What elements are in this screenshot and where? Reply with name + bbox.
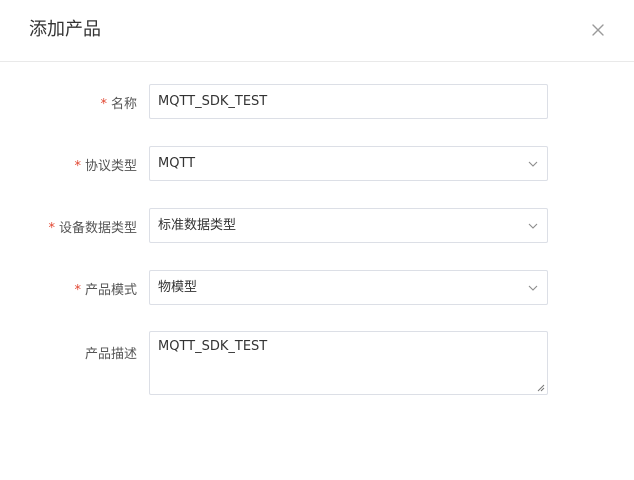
close-button[interactable] bbox=[589, 21, 607, 39]
label-text: 产品模式 bbox=[84, 283, 137, 298]
label-text: 名称 bbox=[110, 97, 137, 112]
product-description-textarea[interactable]: MQTT_SDK_TEST bbox=[149, 331, 548, 395]
label-text: 协议类型 bbox=[84, 159, 137, 174]
form-label-protocol-type: * 协议类型 bbox=[74, 155, 137, 174]
product-mode-select[interactable]: 物模型 bbox=[149, 270, 548, 305]
required-mark: * bbox=[74, 283, 81, 298]
dialog-header: 添加产品 bbox=[0, 0, 634, 62]
device-data-type-select[interactable]: 标准数据类型 bbox=[149, 208, 548, 243]
label-text: 设备数据类型 bbox=[58, 221, 137, 236]
form-label-product-description: 产品描述 bbox=[85, 343, 137, 362]
name-input[interactable]: MQTT_SDK_TEST bbox=[149, 84, 548, 119]
dialog-title: 添加产品 bbox=[29, 19, 101, 40]
chevron-down-icon bbox=[528, 223, 538, 229]
protocol-type-selected-value: MQTT bbox=[158, 156, 196, 171]
chevron-down-icon bbox=[528, 285, 538, 291]
label-text: 产品描述 bbox=[84, 347, 137, 362]
chevron-down-icon bbox=[528, 161, 538, 167]
product-mode-selected-value: 物模型 bbox=[158, 280, 198, 295]
add-product-dialog: 添加产品 * 名称 MQTT_SDK_TEST * 协议类型 MQTT * 设备数据 bbox=[0, 0, 634, 480]
resize-handle-icon[interactable] bbox=[537, 384, 545, 392]
form-label-name: * 名称 bbox=[100, 93, 137, 112]
name-input-value: MQTT_SDK_TEST bbox=[158, 94, 268, 109]
required-mark: * bbox=[48, 221, 55, 236]
form-label-product-mode: * 产品模式 bbox=[74, 279, 137, 298]
device-data-type-selected-value: 标准数据类型 bbox=[158, 218, 237, 233]
form-label-device-data-type: * 设备数据类型 bbox=[48, 217, 137, 236]
product-description-value: MQTT_SDK_TEST bbox=[158, 339, 268, 354]
required-mark: * bbox=[100, 97, 107, 112]
close-icon bbox=[592, 24, 604, 36]
protocol-type-select[interactable]: MQTT bbox=[149, 146, 548, 181]
required-mark: * bbox=[74, 159, 81, 174]
